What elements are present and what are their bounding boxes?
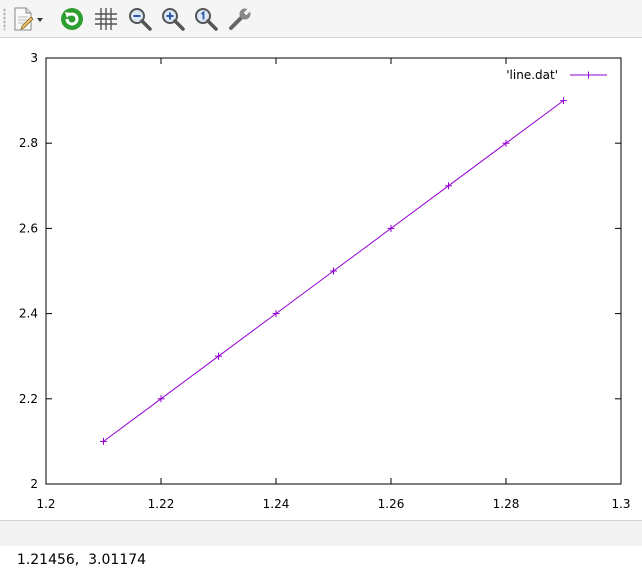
legend-marker: [585, 71, 592, 79]
line-chart[interactable]: 1.2 1.22 1.24 1.26 1.28 1.3 2 2.2 2.4 2.6 2.8 3 'li…: [0, 38, 642, 520]
data-point: [272, 310, 280, 318]
zoom-in-icon: [162, 8, 185, 31]
y-tick-label: 2.4: [19, 307, 38, 321]
export-button[interactable]: [10, 5, 44, 33]
toolbar-grip[interactable]: [3, 8, 6, 30]
data-point: [560, 97, 567, 105]
replot-button[interactable]: [58, 5, 86, 33]
toolbar: [0, 0, 642, 38]
export-icon: [14, 7, 43, 31]
grid-icon: [95, 8, 117, 30]
x-tick-label: 1.24: [263, 497, 290, 511]
data-point: [215, 352, 222, 360]
zoom-reset-button[interactable]: [192, 5, 220, 33]
data-point: [330, 267, 337, 275]
y-tick-label: 2.2: [19, 392, 38, 406]
cursor-coordinates: 1.21456, 3.01174: [16, 552, 147, 568]
zoom-out-button[interactable]: [126, 5, 154, 33]
x-tick-label: 1.2: [36, 497, 55, 511]
replot-icon: [61, 8, 83, 30]
data-point: [157, 395, 165, 403]
legend-label: 'line.dat': [506, 68, 558, 82]
y-tick-label: 3: [30, 51, 38, 65]
zoom-reset-icon: [195, 8, 218, 31]
grid-button[interactable]: [92, 5, 120, 33]
data-point: [100, 437, 107, 445]
x-tick-label: 1.22: [148, 497, 175, 511]
data-point: [387, 224, 395, 232]
y-tick-label: 2.6: [19, 221, 38, 235]
settings-wrench-icon: [229, 6, 253, 30]
zoom-out-icon: [129, 8, 152, 31]
x-tick-label: 1.26: [378, 497, 405, 511]
y-tick-label: 2: [30, 477, 38, 491]
data-point: [445, 182, 452, 190]
dropdown-arrow-icon: [37, 18, 43, 22]
zoom-in-button[interactable]: [159, 5, 187, 33]
status-bar: 1.21456, 3.01174: [0, 520, 642, 568]
x-tick-label: 1.28: [493, 497, 520, 511]
y-tick-label: 2.8: [19, 136, 38, 150]
data-point: [502, 139, 510, 147]
settings-button[interactable]: [226, 5, 254, 33]
plot-area[interactable]: 1.2 1.22 1.24 1.26 1.28 1.3 2 2.2 2.4 2.6 2.8 3 'li…: [0, 38, 642, 520]
x-tick-label: 1.3: [611, 497, 630, 511]
